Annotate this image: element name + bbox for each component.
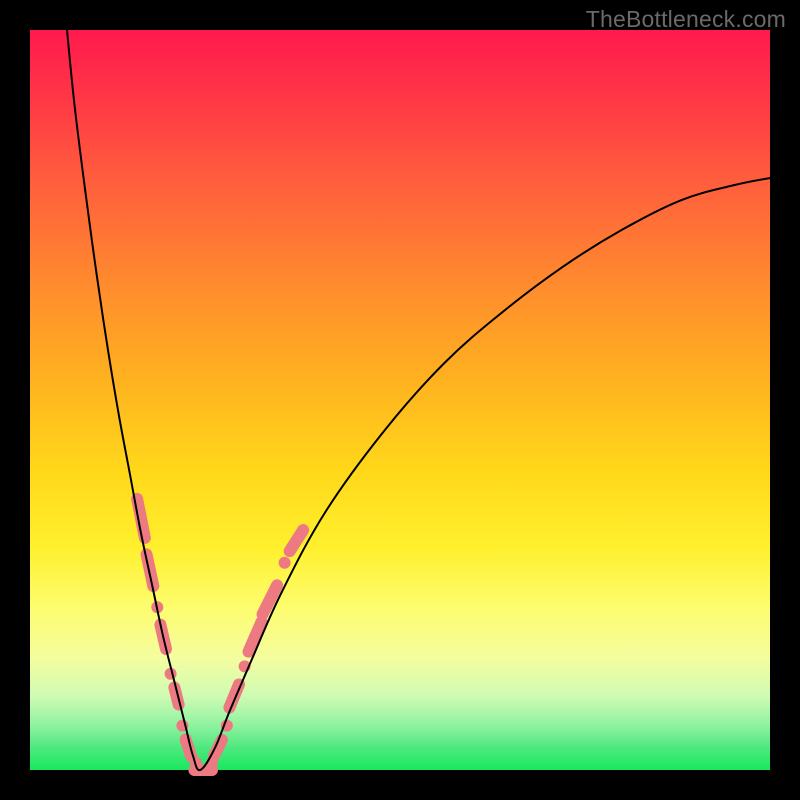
curve-marker-dot — [279, 557, 291, 569]
curve-marker-capsule — [222, 677, 247, 716]
outer-frame: TheBottleneck.com — [0, 0, 800, 800]
plot-area — [30, 30, 770, 770]
curve-marker-capsule — [139, 547, 160, 593]
chart-overlay — [30, 30, 770, 770]
curve-marker-capsule — [167, 680, 186, 712]
watermark-text: TheBottleneck.com — [586, 6, 786, 33]
bottleneck-curve — [67, 30, 770, 770]
curve-marker-capsule — [281, 522, 311, 560]
